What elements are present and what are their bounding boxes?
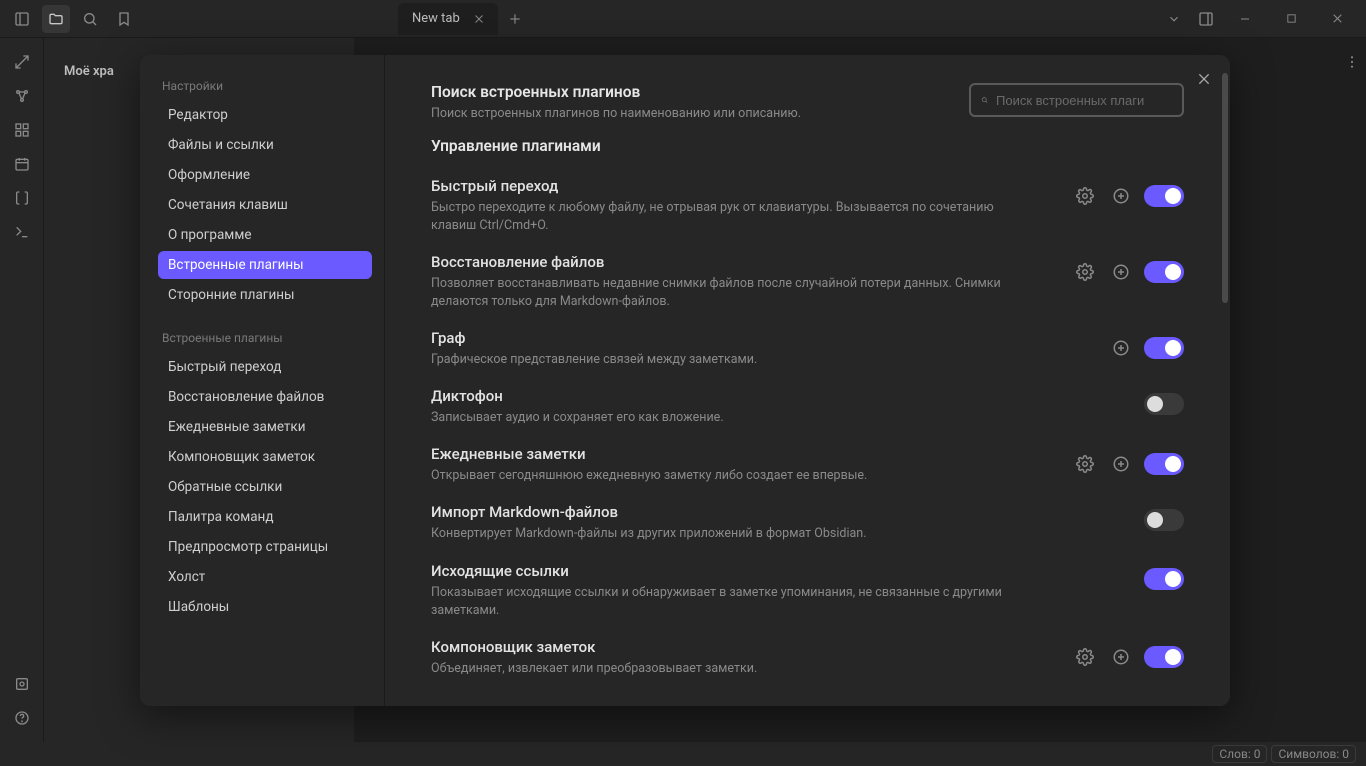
vault-icon[interactable]: [8, 670, 36, 698]
toggle[interactable]: [1144, 646, 1184, 668]
tab-label: New tab: [412, 11, 460, 26]
search-icon[interactable]: [76, 5, 104, 33]
plugin-name: Компоновщик заметок: [431, 638, 1058, 656]
plugin-row: Диктофон Записывает аудио и сохраняет его…: [431, 369, 1184, 427]
nav-item[interactable]: Редактор: [158, 101, 372, 129]
nav-item[interactable]: Предпросмотр страницы: [158, 533, 372, 561]
toggle[interactable]: [1144, 393, 1184, 415]
nav-item[interactable]: Компоновщик заметок: [158, 443, 372, 471]
nav-item[interactable]: Сторонние плагины: [158, 281, 372, 309]
plugin-row: Восстановление файлов Позволяет восстанав…: [431, 235, 1184, 311]
window-maximize[interactable]: [1270, 4, 1312, 34]
plugin-desc: Показывает исходящие ссылки и обнаружива…: [431, 584, 1031, 620]
nav-item[interactable]: Восстановление файлов: [158, 383, 372, 411]
manage-heading: Управление плагинами: [431, 137, 1184, 155]
graph-icon[interactable]: [8, 82, 36, 110]
settings-section-title: Настройки: [162, 79, 372, 93]
chevron-down-icon[interactable]: [1160, 5, 1188, 33]
nav-item[interactable]: Файлы и ссылки: [158, 131, 372, 159]
gear-icon[interactable]: [1072, 183, 1098, 209]
close-icon[interactable]: [1192, 67, 1216, 91]
scrollbar-thumb[interactable]: [1222, 73, 1228, 303]
titlebar: New tab: [0, 0, 1366, 38]
settings-modal: Настройки РедакторФайлы и ссылкиОформлен…: [140, 55, 1230, 706]
plugin-name: Граф: [431, 329, 1094, 347]
settings-section-title-2: Встроенные плагины: [162, 331, 372, 345]
sidebar-toggle-left[interactable]: [8, 5, 36, 33]
bookmark-icon[interactable]: [110, 5, 138, 33]
nav-item[interactable]: Быстрый переход: [158, 353, 372, 381]
gear-icon[interactable]: [1072, 259, 1098, 285]
plugin-row: Ежедневные заметки Открывает сегодняшнюю …: [431, 427, 1184, 485]
nav-item[interactable]: Холст: [158, 563, 372, 591]
nav-item[interactable]: Встроенные плагины: [158, 251, 372, 279]
plugin-name: Исходящие ссылки: [431, 562, 1130, 580]
plugin-desc: Быстро переходите к любому файлу, не отр…: [431, 199, 1031, 235]
plugin-row: Исходящие ссылки Показывает исходящие ссы…: [431, 544, 1184, 620]
status-bar: Слов: 0 Символов: 0: [0, 742, 1366, 766]
window-close[interactable]: [1316, 4, 1358, 34]
ribbon: [0, 38, 44, 766]
plugin-desc: Объединяет, извлекает или преобразовывае…: [431, 660, 1031, 678]
status-words: Слов: 0: [1212, 745, 1267, 763]
plugin-desc: Открывает сегодняшнюю ежедневную заметку…: [431, 467, 1031, 485]
gear-icon[interactable]: [1072, 644, 1098, 670]
toggle[interactable]: [1144, 568, 1184, 590]
plugin-row: Компоновщик заметок Объединяет, извлекает…: [431, 620, 1184, 678]
more-icon[interactable]: [1344, 54, 1360, 70]
toggle[interactable]: [1144, 337, 1184, 359]
nav-item[interactable]: Обратные ссылки: [158, 473, 372, 501]
toggle[interactable]: [1144, 509, 1184, 531]
plus-circle-icon[interactable]: [1108, 259, 1134, 285]
plugin-name: Диктофон: [431, 387, 1130, 405]
add-tab-icon[interactable]: [506, 10, 524, 28]
plugin-name: Восстановление файлов: [431, 253, 1058, 271]
plugin-name: Быстрый переход: [431, 177, 1058, 195]
settings-nav: Настройки РедакторФайлы и ссылкиОформлен…: [140, 55, 385, 706]
plugin-row: Быстрый переход Быстро переходите к любом…: [431, 159, 1184, 235]
status-chars: Символов: 0: [1271, 745, 1356, 763]
sidebar-toggle-right[interactable]: [1192, 5, 1220, 33]
plugin-name: Ежедневные заметки: [431, 445, 1058, 463]
nav-item[interactable]: Шаблоны: [158, 593, 372, 621]
canvas-icon[interactable]: [8, 116, 36, 144]
tab[interactable]: New tab: [398, 3, 498, 35]
plugin-desc: Записывает аудио и сохраняет его как вло…: [431, 409, 1031, 427]
toggle[interactable]: [1144, 261, 1184, 283]
close-icon[interactable]: [470, 10, 488, 28]
plus-circle-icon[interactable]: [1108, 644, 1134, 670]
toggle[interactable]: [1144, 453, 1184, 475]
templates-icon[interactable]: [8, 184, 36, 212]
plus-circle-icon[interactable]: [1108, 451, 1134, 477]
search-box[interactable]: [969, 83, 1184, 117]
help-icon[interactable]: [8, 704, 36, 732]
search-desc: Поиск встроенных плагинов по наименовани…: [431, 105, 949, 123]
nav-item[interactable]: Ежедневные заметки: [158, 413, 372, 441]
settings-body: Поиск встроенных плагинов Поиск встроенн…: [385, 55, 1230, 706]
plugin-name: Импорт Markdown-файлов: [431, 503, 1130, 521]
nav-item[interactable]: Сочетания клавиш: [158, 191, 372, 219]
plugin-row: Импорт Markdown-файлов Конвертирует Markd…: [431, 485, 1184, 543]
search-icon: [981, 92, 988, 108]
nav-item[interactable]: О программе: [158, 221, 372, 249]
plus-circle-icon[interactable]: [1108, 183, 1134, 209]
search-input[interactable]: [996, 93, 1172, 108]
gear-icon[interactable]: [1072, 451, 1098, 477]
daily-note-icon[interactable]: [8, 150, 36, 178]
plugin-desc: Конвертирует Markdown-файлы из других пр…: [431, 525, 1031, 543]
command-palette-icon[interactable]: [8, 218, 36, 246]
quick-switcher-icon[interactable]: [8, 48, 36, 76]
files-icon[interactable]: [42, 5, 70, 33]
nav-item[interactable]: Оформление: [158, 161, 372, 189]
plugin-row: Граф Графическое представление связей меж…: [431, 311, 1184, 369]
plugin-desc: Позволяет восстанавливать недавние снимк…: [431, 275, 1031, 311]
nav-item[interactable]: Палитра команд: [158, 503, 372, 531]
plus-circle-icon[interactable]: [1108, 335, 1134, 361]
toggle[interactable]: [1144, 185, 1184, 207]
search-title: Поиск встроенных плагинов: [431, 83, 949, 101]
plugin-desc: Графическое представление связей между з…: [431, 351, 1031, 369]
window-minimize[interactable]: [1224, 4, 1266, 34]
